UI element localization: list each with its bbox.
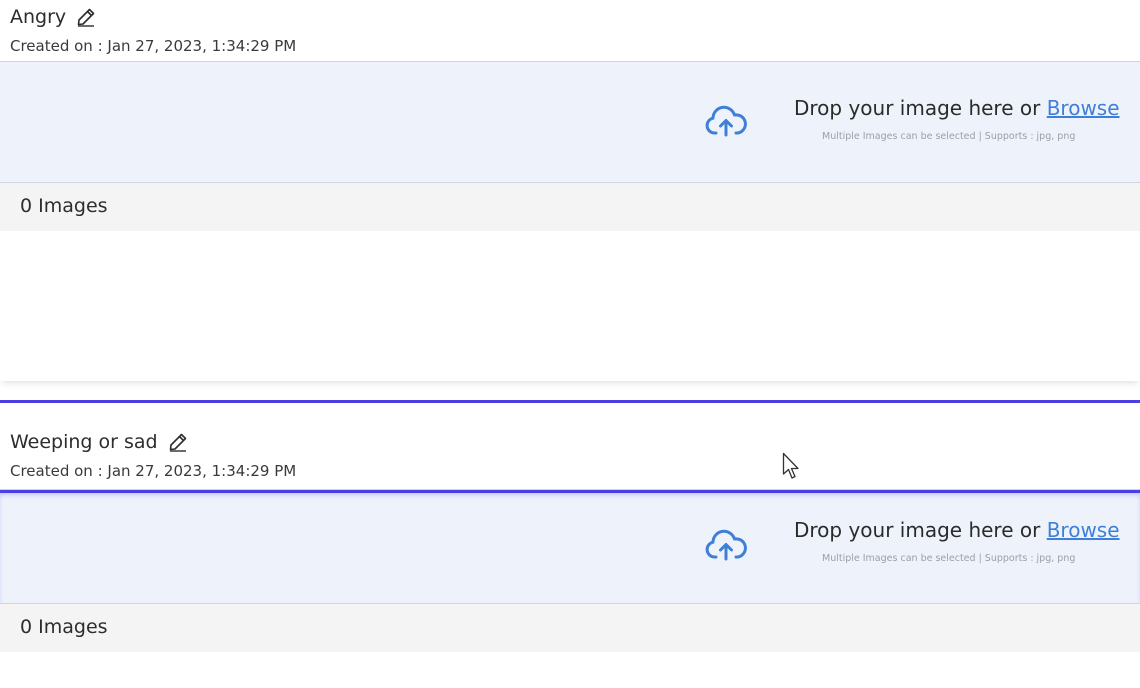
created-timestamp: Created on : Jan 27, 2023, 1:34:29 PM — [10, 37, 297, 55]
dropzone-instruction: Drop your image here or Browse — [794, 518, 1120, 542]
edit-title-button[interactable] — [75, 6, 97, 28]
category-title-row: Weeping or sad — [10, 430, 189, 454]
image-gallery-area — [0, 231, 1140, 381]
image-dropzone[interactable]: Drop your image here or Browse Multiple … — [0, 61, 1140, 183]
pencil-icon — [77, 8, 95, 27]
dropzone-prompt: Drop your image here or — [794, 518, 1041, 542]
category-card-angry: Angry Created on : Jan 27, 2023, 1:34:29… — [0, 0, 1140, 382]
dropzone-prompt: Drop your image here or — [794, 96, 1041, 120]
image-count: 0 Images — [20, 195, 108, 217]
category-header: Weeping or sad Created on : Jan 27, 2023… — [0, 400, 1140, 489]
image-dropzone[interactable]: Drop your image here or Browse Multiple … — [0, 489, 1140, 604]
category-title-row: Angry — [10, 5, 97, 29]
dropzone-hint: Multiple Images can be selected | Suppor… — [822, 131, 1076, 142]
category-title: Angry — [10, 6, 67, 28]
created-timestamp: Created on : Jan 27, 2023, 1:34:29 PM — [10, 462, 297, 480]
cloud-upload-icon[interactable] — [705, 528, 747, 562]
category-title: Weeping or sad — [10, 431, 158, 453]
image-count-bar: 0 Images — [0, 604, 1140, 652]
browse-link[interactable]: Browse — [1047, 518, 1120, 542]
image-count: 0 Images — [20, 616, 108, 638]
pencil-icon — [169, 433, 186, 452]
cloud-upload-icon[interactable] — [705, 104, 747, 138]
dropzone-instruction: Drop your image here or Browse — [794, 96, 1120, 120]
dropzone-hint: Multiple Images can be selected | Suppor… — [822, 553, 1076, 564]
category-header: Angry Created on : Jan 27, 2023, 1:34:29… — [0, 0, 1140, 61]
browse-link[interactable]: Browse — [1047, 96, 1120, 120]
image-gallery-area — [0, 652, 1140, 688]
page: Angry Created on : Jan 27, 2023, 1:34:29… — [0, 0, 1140, 688]
image-count-bar: 0 Images — [0, 183, 1140, 231]
edit-title-button[interactable] — [167, 431, 189, 453]
category-card-weeping-or-sad[interactable]: Weeping or sad Created on : Jan 27, 2023… — [0, 400, 1140, 688]
